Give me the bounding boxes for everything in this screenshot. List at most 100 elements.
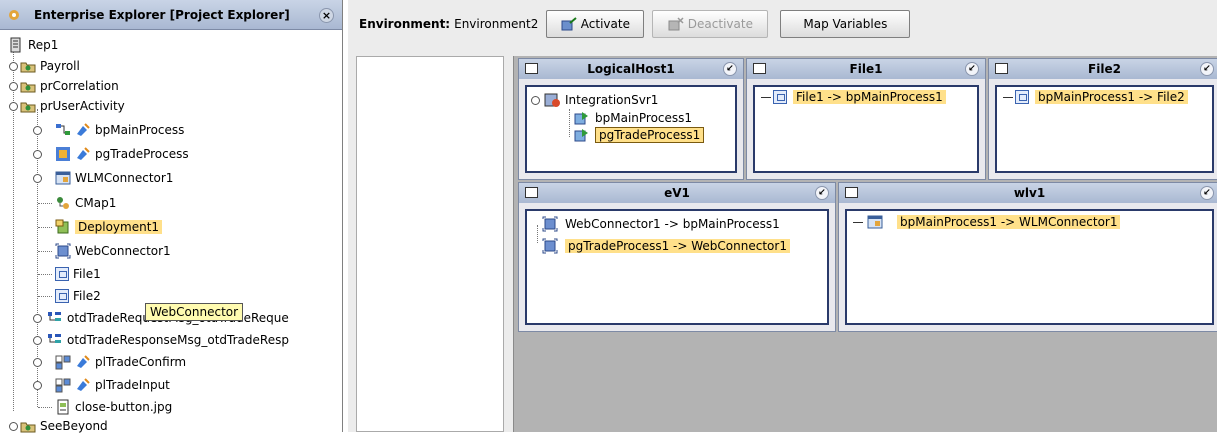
expand-toggle[interactable] [33, 336, 42, 345]
restore-button[interactable]: ↙ [1200, 62, 1214, 76]
map-variables-label: Map Variables [803, 17, 888, 31]
tree-node-webconnector1[interactable]: WebConnector1 [55, 241, 171, 261]
file-icon [55, 267, 69, 281]
expand-toggle[interactable] [33, 174, 42, 183]
deployed-item-bpmainprocess1[interactable]: bpMainProcess1 [573, 110, 692, 126]
tree-label: prUserActivity [40, 99, 125, 113]
deactivate-label: Deactivate [687, 17, 753, 31]
expand-toggle[interactable] [9, 62, 18, 71]
panel-title-bar: eV1 ↙ [519, 183, 835, 203]
panel-title: LogicalHost1 [587, 62, 675, 76]
process-icon [574, 129, 588, 142]
expand-toggle[interactable] [33, 381, 42, 390]
explorer-title: Enterprise Explorer [Project Explorer] [34, 7, 290, 22]
connection-item[interactable]: WebConnector1 -> bpMainProcess1 [541, 216, 780, 232]
tree-label: close-button.jpg [75, 400, 173, 414]
panel-title: File1 [849, 62, 883, 76]
item-label: bpMainProcess1 [595, 111, 693, 125]
process-icon [574, 112, 588, 125]
deployment-icon [55, 219, 69, 234]
business-process-icon [56, 124, 70, 135]
lock-edit-icon [77, 123, 90, 136]
collapse-toggle[interactable] [531, 96, 540, 105]
window-icon [525, 63, 538, 74]
tree-node-close-button-jpg[interactable]: close-button.jpg [55, 397, 172, 417]
integration-server[interactable]: IntegrationSvr1 [543, 92, 658, 108]
deactivate-button[interactable]: Deactivate [652, 10, 769, 38]
tree-label: pgTradeProcess [95, 147, 189, 161]
panel-logicalhost1[interactable]: LogicalHost1 ↙ IntegrationSvr1 bpMainPro… [518, 58, 744, 180]
panel-body: File1 -> bpMainProcess1 [753, 85, 979, 173]
tree-node-pltradeconfirm[interactable]: plTradeConfirm [55, 352, 186, 372]
web-connector-icon [542, 216, 558, 232]
panel-file1[interactable]: File1 ↙ File1 -> bpMainProcess1 [746, 58, 986, 180]
panel-body: bpMainProcess1 -> File2 [995, 85, 1214, 173]
expand-toggle[interactable] [9, 82, 18, 91]
restore-button[interactable]: ↙ [723, 62, 737, 76]
tree-node-rep1[interactable]: Rep1 [8, 35, 58, 55]
panel-title: File2 [1088, 62, 1121, 76]
tree-label: otdTradeResponseMsg_otdTradeResp [67, 333, 289, 347]
tree-node-wlmconnector1[interactable]: WLMConnector1 [55, 168, 173, 188]
tree-node-pltradeinput[interactable]: plTradeInput [55, 375, 170, 395]
tree-node-bpmainprocess[interactable]: bpMainProcess [55, 120, 184, 140]
panel-wlv1[interactable]: wlv1 ↙ bpMainProcess1 -> WLMConnector1 [838, 182, 1217, 332]
window-icon [753, 63, 766, 74]
expand-toggle[interactable] [33, 126, 42, 135]
item-label: bpMainProcess1 -> WLMConnector1 [897, 215, 1121, 229]
expand-toggle[interactable] [33, 150, 42, 159]
tree-label: File2 [73, 289, 101, 303]
connection-item[interactable]: bpMainProcess1 -> File2 [1003, 90, 1188, 104]
deployment-area: LogicalHost1 ↙ IntegrationSvr1 bpMainPro… [513, 56, 1217, 432]
tree-label: prCorrelation [40, 79, 119, 93]
partner-link-icon [55, 355, 71, 370]
restore-button[interactable]: ↙ [965, 62, 979, 76]
connector-icon [55, 171, 71, 185]
panel-file2[interactable]: File2 ↙ bpMainProcess1 -> File2 [988, 58, 1217, 180]
panel-title: wlv1 [1013, 186, 1046, 200]
tree-label: plTradeInput [95, 378, 170, 392]
environment-canvas[interactable] [356, 56, 504, 432]
panel-title: eV1 [664, 186, 690, 200]
tree-node-payroll[interactable]: Payroll [20, 56, 80, 76]
tree-node-otdtraderesponsemsg[interactable]: otdTradeResponseMsg_otdTradeResp [47, 330, 289, 350]
environment-toolbar: Environment: Environment2 Activate Deact… [348, 0, 1217, 48]
close-explorer-button[interactable]: × [319, 8, 334, 23]
panel-ev1[interactable]: eV1 ↙ WebConnector1 -> bpMainProcess1 pg… [518, 182, 836, 332]
deployed-item-pgtradeprocess1[interactable]: pgTradeProcess1 [573, 127, 705, 143]
panel-title-bar: LogicalHost1 ↙ [519, 59, 743, 79]
expand-toggle[interactable] [33, 358, 42, 367]
explorer-title-bar: Enterprise Explorer [Project Explorer] × [0, 0, 342, 30]
file-icon [1015, 90, 1029, 104]
tree-node-file2[interactable]: File2 [55, 286, 101, 306]
tree-node-pruseractivity[interactable]: prUserActivity [20, 96, 125, 116]
expand-toggle[interactable] [33, 314, 42, 323]
activate-button[interactable]: Activate [546, 10, 645, 38]
connection-item[interactable]: bpMainProcess1 -> WLMConnector1 [853, 214, 1121, 230]
activate-icon [561, 17, 577, 31]
environment-label: Environment: [359, 17, 451, 31]
window-icon [525, 187, 538, 198]
item-label: pgTradeProcess1 [595, 127, 705, 143]
panel-title-bar: File1 ↙ [747, 59, 985, 79]
environment-editor: Environment: Environment2 Activate Deact… [348, 0, 1217, 432]
project-folder-icon [20, 82, 36, 93]
connection-item[interactable]: File1 -> bpMainProcess1 [761, 90, 946, 104]
tree-node-deployment1[interactable]: Deployment1 [55, 217, 163, 237]
expand-toggle[interactable] [9, 422, 18, 431]
collapse-toggle[interactable] [9, 102, 18, 111]
map-variables-button[interactable]: Map Variables [780, 10, 911, 38]
project-tree: Rep1 Payroll prCorrelation prUserActivit… [0, 31, 342, 433]
tree-node-prcorrelation[interactable]: prCorrelation [20, 76, 119, 96]
restore-button[interactable]: ↙ [815, 186, 829, 200]
tree-node-file1[interactable]: File1 [55, 264, 101, 284]
tree-node-cmap1[interactable]: CMap1 [55, 193, 116, 213]
connection-item[interactable]: pgTradeProcess1 -> WebConnector1 [541, 238, 790, 254]
otd-icon [48, 334, 61, 343]
tree-node-seebeyond[interactable]: SeeBeyond [20, 416, 108, 436]
project-folder-icon [20, 102, 36, 113]
restore-button[interactable]: ↙ [1200, 186, 1214, 200]
image-file-icon [57, 399, 69, 415]
item-label: File1 -> bpMainProcess1 [793, 90, 946, 104]
tree-node-pgtradeprocess[interactable]: pgTradeProcess [55, 144, 189, 164]
